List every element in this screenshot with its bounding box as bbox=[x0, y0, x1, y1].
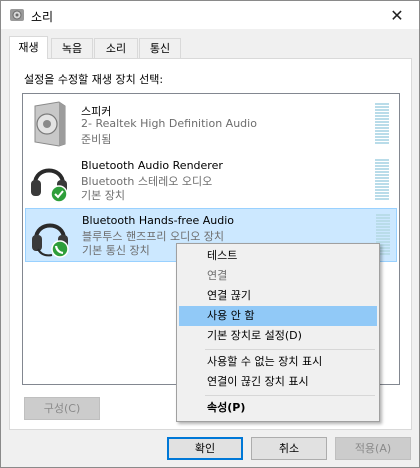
tab-sounds[interactable]: 소리 bbox=[94, 38, 138, 58]
menu-item-show-disconnected-devices[interactable]: 연결이 끊긴 장치 표시 bbox=[179, 372, 377, 392]
volume-meter bbox=[375, 103, 389, 145]
close-button[interactable]: ✕ bbox=[375, 1, 419, 29]
menu-item-show-disabled-devices[interactable]: 사용할 수 없는 장치 표시 bbox=[179, 352, 377, 372]
menu-item-connect[interactable]: 연결 bbox=[179, 266, 377, 286]
ok-button[interactable]: 확인 bbox=[167, 437, 243, 460]
menu-item-set-default[interactable]: 기본 장치로 설정(D) bbox=[179, 326, 377, 346]
phone-icon bbox=[51, 240, 69, 258]
menu-separator bbox=[205, 395, 375, 396]
check-icon bbox=[50, 185, 68, 203]
menu-item-disable[interactable]: 사용 안 함 bbox=[179, 306, 377, 326]
device-status: 준비됨 bbox=[81, 133, 112, 146]
title-bar: 소리 ✕ bbox=[1, 1, 419, 29]
device-detail: 2- Realtek High Definition Audio bbox=[81, 117, 257, 130]
tab-recording[interactable]: 녹음 bbox=[51, 38, 93, 58]
menu-item-test[interactable]: 테스트 bbox=[179, 246, 377, 266]
tab-communications[interactable]: 통신 bbox=[139, 38, 181, 58]
instruction-label: 설정을 수정할 재생 장치 선택: bbox=[24, 73, 164, 86]
tab-playback[interactable]: 재생 bbox=[9, 36, 48, 59]
context-menu: 테스트 연결 연결 끊기 사용 안 함 기본 장치로 설정(D) 사용할 수 없… bbox=[176, 243, 380, 422]
speaker-icon bbox=[10, 9, 24, 21]
device-item-bluetooth-renderer[interactable]: Bluetooth Audio Renderer Bluetooth 스테레오 … bbox=[25, 154, 395, 206]
device-name: Bluetooth Audio Renderer bbox=[81, 159, 223, 172]
apply-button[interactable]: 적용(A) bbox=[335, 437, 411, 460]
menu-item-properties[interactable]: 속성(P) bbox=[179, 398, 377, 418]
menu-separator bbox=[205, 349, 375, 350]
sound-dialog: 소리 ✕ 재생 녹음 소리 통신 설정을 수정할 재생 장치 선택: 스피커 2… bbox=[0, 0, 420, 468]
headset-icon bbox=[32, 223, 69, 258]
headphones-icon bbox=[31, 168, 68, 203]
device-status: 기본 통신 장치 bbox=[82, 244, 150, 257]
configure-button[interactable]: 구성(C) bbox=[24, 397, 100, 420]
speaker-device-icon bbox=[34, 101, 66, 147]
device-item-speakers[interactable]: 스피커 2- Realtek High Definition Audio 준비됨 bbox=[25, 98, 395, 150]
cancel-button[interactable]: 취소 bbox=[251, 437, 327, 460]
window-title: 소리 bbox=[31, 10, 54, 24]
volume-meter bbox=[375, 159, 389, 201]
menu-item-disconnect[interactable]: 연결 끊기 bbox=[179, 286, 377, 306]
close-icon: ✕ bbox=[390, 5, 404, 25]
device-status: 기본 장치 bbox=[81, 189, 125, 202]
device-name: Bluetooth Hands-free Audio bbox=[82, 214, 235, 227]
